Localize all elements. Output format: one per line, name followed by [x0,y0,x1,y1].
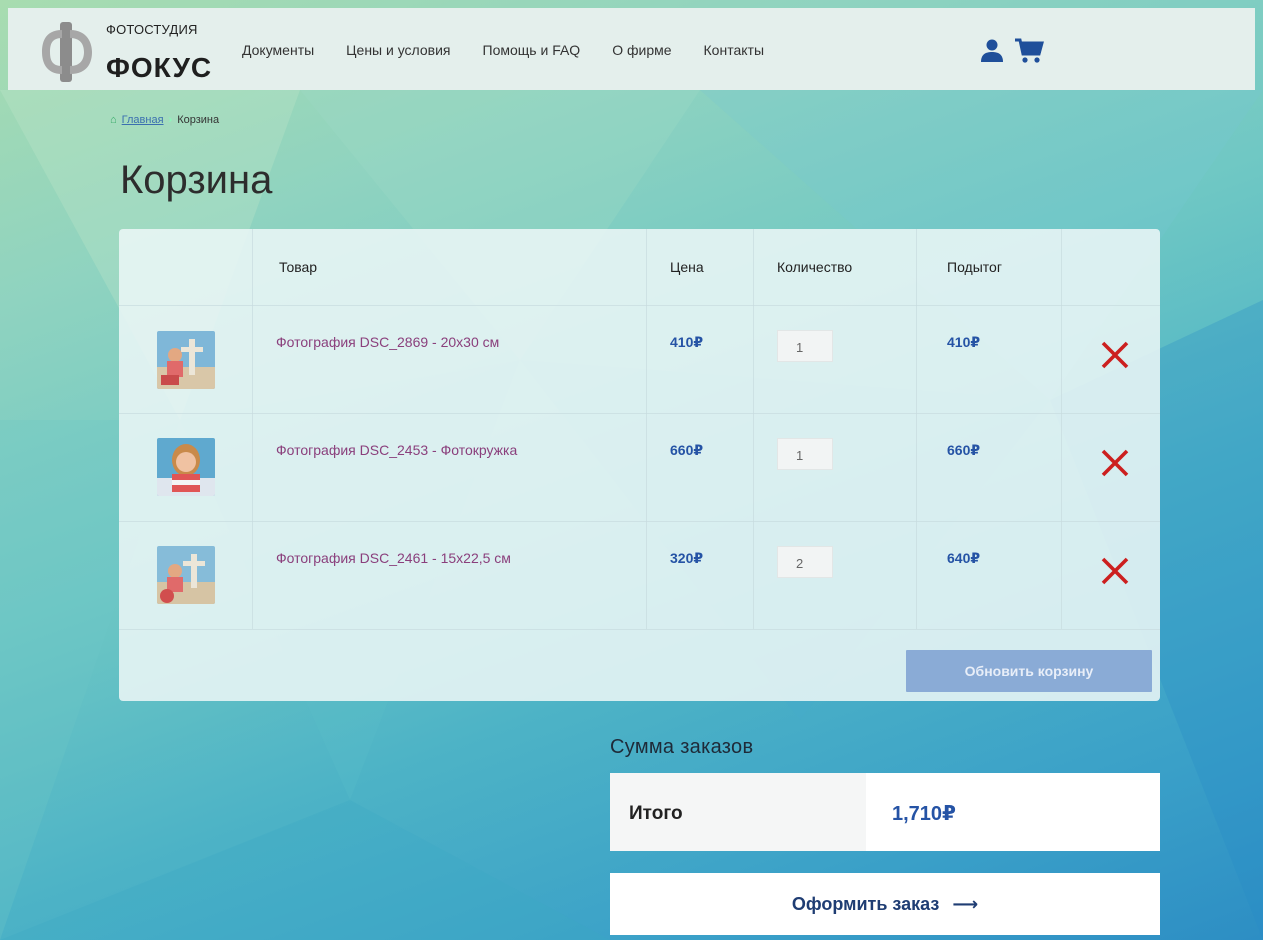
remove-item-icon[interactable] [1099,447,1131,479]
product-link[interactable]: Фотография DSC_2869 - 20x30 см [276,334,499,350]
logo-icon[interactable] [40,20,94,84]
product-thumbnail[interactable] [157,438,215,496]
quantity-input[interactable]: 2 [777,546,833,578]
product-subtotal: 410₽ [947,334,981,350]
totals-title: Сумма заказов [610,736,754,758]
arrow-right-icon: ⟶ [952,894,979,914]
cart-icon[interactable] [1014,38,1044,64]
product-subtotal: 660₽ [947,442,981,458]
breadcrumb-current: Корзина [177,114,220,126]
cart-table: Товар Цена Количество Подытог Фотография… [119,229,1160,701]
product-price: 660₽ [670,442,704,458]
remove-item-icon[interactable] [1099,339,1131,371]
brand-name[interactable]: ФОКУС [106,52,212,84]
total-label: Итого [629,803,683,824]
remove-item-icon[interactable] [1099,555,1131,587]
product-link[interactable]: Фотография DSC_2461 - 15x22,5 см [276,550,511,566]
product-price: 320₽ [670,550,704,566]
brand-subtitle: ФОТОСТУДИЯ [106,22,198,37]
home-icon[interactable]: ⌂ [110,114,117,126]
nav-about[interactable]: О фирме [612,42,671,58]
main-nav: Документы Цены и условия Помощь и FAQ О … [242,42,796,58]
breadcrumb-separator: › [168,114,173,126]
nav-faq[interactable]: Помощь и FAQ [483,42,581,58]
total-value: 1,710₽ [892,803,956,825]
header-subtotal: Подытог [947,259,1002,275]
quantity-input[interactable]: 1 [777,330,833,362]
header-product: Товар [279,259,318,275]
breadcrumb: ⌂ Главная › Корзина [110,114,219,126]
product-link[interactable]: Фотография DSC_2453 - Фотокружка [276,442,517,458]
update-cart-button[interactable]: Обновить корзину [906,650,1152,692]
totals-table: Итого 1,710₽ [610,773,1160,851]
product-thumbnail[interactable] [157,331,215,389]
header-quantity: Количество [777,259,853,275]
checkout-label: Оформить заказ [791,894,940,914]
breadcrumb-home[interactable]: Главная [122,114,164,126]
product-thumbnail[interactable] [157,546,215,604]
nav-contacts[interactable]: Контакты [704,42,764,58]
user-icon[interactable] [980,38,1004,62]
product-price: 410₽ [670,334,704,350]
nav-documents[interactable]: Документы [242,42,314,58]
page-title: Корзина [120,158,273,202]
site-header: ФОТОСТУДИЯ ФОКУС Документы Цены и услови… [8,8,1255,90]
checkout-button[interactable]: Оформить заказ ⟶ [610,873,1160,935]
header-price: Цена [670,259,704,275]
nav-prices[interactable]: Цены и условия [346,42,450,58]
quantity-input[interactable]: 1 [777,438,833,470]
product-subtotal: 640₽ [947,550,981,566]
